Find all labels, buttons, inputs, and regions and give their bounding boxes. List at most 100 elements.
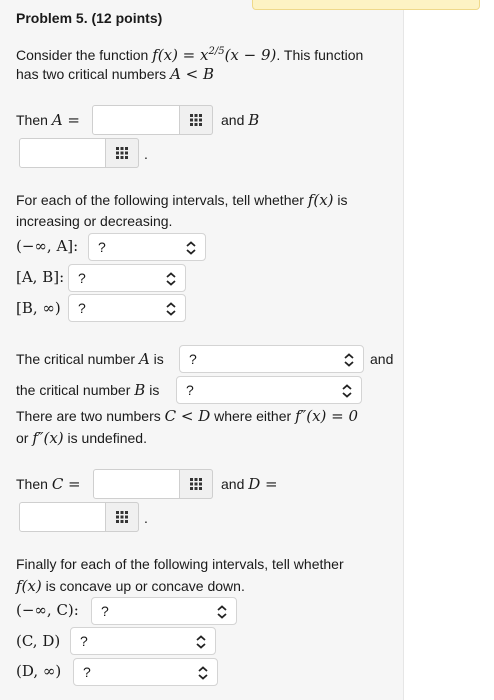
concavity-interval-1-select[interactable]: ?	[91, 597, 237, 625]
interval-label: [A, B]:	[16, 268, 65, 286]
a-input[interactable]	[92, 105, 213, 135]
monotonic-question-line-1: For each of the following intervals, tel…	[16, 190, 348, 210]
c-input[interactable]	[93, 469, 213, 499]
critical-a-label: The critical number A is	[16, 349, 164, 369]
ab-condition: A < B	[170, 65, 215, 83]
a-var: A	[138, 350, 150, 368]
a-equals: A =	[51, 111, 80, 129]
interval-1-select[interactable]: ?	[88, 233, 206, 261]
updown-chevron-icon	[217, 605, 227, 619]
critical-text: The critical number	[16, 351, 139, 367]
b-var: B	[134, 381, 146, 399]
intro-line-1: Consider the function f(x) = x2/5(x − 9)…	[16, 42, 363, 65]
interval-3-label: [B, ∞)	[16, 298, 61, 318]
interval-1-label: (−∞, A]:	[16, 236, 78, 256]
period: .	[144, 146, 148, 162]
interval-label: (−∞, A]:	[16, 237, 79, 255]
select-value: ?	[80, 633, 88, 649]
b-var: B	[248, 111, 260, 129]
and-text: and	[221, 476, 249, 492]
fpp-zero: f″(x) = 0	[295, 407, 359, 425]
select-value: ?	[78, 270, 86, 286]
intro-text: Consider the function	[16, 47, 153, 63]
or-text: or	[16, 430, 33, 446]
and-text: and	[221, 112, 249, 128]
fx: f(x)	[307, 191, 334, 209]
second-derivative-line-2: or f″(x) is undefined.	[16, 428, 147, 448]
concavity-interval-2-label: (C, D)	[16, 631, 60, 651]
updown-chevron-icon	[342, 384, 352, 398]
updown-chevron-icon	[186, 241, 196, 255]
is-text: is	[145, 382, 160, 398]
is-text: is	[149, 351, 164, 367]
updown-chevron-icon	[196, 635, 206, 649]
critical-b-label: the critical number B is	[16, 380, 159, 400]
matrix-palette-button[interactable]	[179, 105, 213, 135]
fx: f(x)	[16, 577, 42, 595]
undefined-text: is undefined.	[63, 430, 147, 446]
select-value: ?	[98, 239, 106, 255]
interval-2-select[interactable]: ?	[68, 264, 186, 292]
interval-label: (D, ∞)	[16, 662, 62, 680]
interval-3-select[interactable]: ?	[68, 294, 186, 322]
problem-points: (12 points)	[91, 10, 163, 26]
function-expression: f(x) = x2/5(x − 9)	[152, 46, 277, 64]
c-equals: C =	[51, 475, 81, 493]
concavity-interval-3-label: (D, ∞)	[16, 661, 61, 681]
d-input[interactable]	[19, 502, 139, 532]
b-input[interactable]	[19, 138, 139, 168]
and-text: and	[370, 351, 394, 367]
second-text: There are two numbers	[16, 408, 165, 424]
then-text: Then	[16, 476, 52, 492]
sticky-note	[252, 0, 480, 10]
updown-chevron-icon	[344, 353, 354, 367]
critical-a-select[interactable]: ?	[179, 345, 364, 373]
interval-label: (C, D)	[16, 632, 61, 650]
problem-title: Problem 5. (12 points)	[16, 10, 162, 26]
period: .	[144, 510, 148, 526]
concavity-line-1: Finally for each of the following interv…	[16, 556, 344, 572]
then-a-label: Then A =	[16, 110, 80, 130]
second-text-mid: where either	[210, 408, 296, 424]
cd-condition: C < D	[164, 407, 211, 425]
then-text: Then	[16, 112, 52, 128]
select-value: ?	[189, 351, 197, 367]
select-value: ?	[186, 382, 194, 398]
d-equals: D =	[248, 475, 278, 493]
updown-chevron-icon	[166, 302, 176, 316]
concavity-interval-1-label: (−∞, C):	[16, 600, 79, 620]
select-value: ?	[101, 603, 109, 619]
second-derivative-line-1: There are two numbers C < D where either…	[16, 406, 358, 426]
intro-text-2: has two critical numbers	[16, 66, 171, 82]
problem-number: Problem 5.	[16, 10, 88, 26]
matrix-palette-button[interactable]	[105, 138, 139, 168]
grid-icon	[116, 147, 128, 159]
then-c-label: Then C =	[16, 474, 81, 494]
critical-text: the critical number	[16, 382, 135, 398]
updown-chevron-icon	[166, 272, 176, 286]
concavity-line-2: f(x) is concave up or concave down.	[16, 576, 245, 596]
and-b-label: and B	[221, 110, 259, 130]
interval-label: (−∞, C):	[16, 601, 79, 619]
fpp: f″(x)	[32, 429, 64, 447]
concavity-interval-2-select[interactable]: ?	[70, 627, 216, 655]
select-value: ?	[78, 300, 86, 316]
updown-chevron-icon	[198, 666, 208, 680]
grid-icon	[116, 511, 128, 523]
matrix-palette-button[interactable]	[105, 502, 139, 532]
question-text: For each of the following intervals, tel…	[16, 192, 308, 208]
critical-b-select[interactable]: ?	[176, 376, 362, 404]
grid-icon	[190, 114, 202, 126]
concavity-interval-3-select[interactable]: ?	[73, 658, 218, 686]
intro-text-post: . This function	[276, 47, 364, 63]
question-text-post: is	[333, 192, 348, 208]
monotonic-question-line-2: increasing or decreasing.	[16, 213, 173, 229]
interval-2-label: [A, B]:	[16, 267, 64, 287]
intro-line-2: has two critical numbers A < B	[16, 64, 214, 84]
interval-label: [B, ∞)	[16, 299, 61, 317]
select-value: ?	[83, 664, 91, 680]
concavity-text: is concave up or concave down.	[41, 578, 245, 594]
matrix-palette-button[interactable]	[179, 469, 213, 499]
grid-icon	[190, 478, 202, 490]
and-d-label: and D =	[221, 474, 278, 494]
